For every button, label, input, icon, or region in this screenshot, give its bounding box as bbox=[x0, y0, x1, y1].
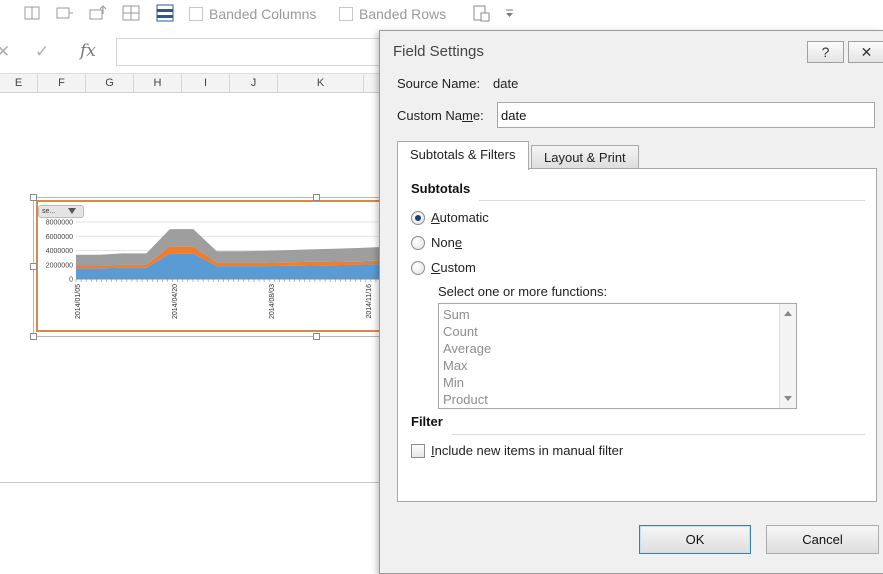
field-settings-dialog: Field Settings ? ✕ Source Name: date Cus… bbox=[379, 30, 883, 574]
y-tick-label-4: 0 bbox=[69, 277, 73, 284]
y-tick-label-0: 8000000 bbox=[46, 220, 73, 227]
area-series-0 bbox=[76, 229, 381, 266]
function-item-min[interactable]: Min bbox=[443, 375, 464, 390]
x-tick-label-0: 2014/01/05 bbox=[75, 284, 82, 319]
chart-field-filter-label: se... bbox=[42, 208, 56, 215]
ok-button[interactable]: OK bbox=[639, 525, 751, 554]
y-tick-label-2: 4000000 bbox=[46, 248, 73, 255]
more-options-icon[interactable] bbox=[500, 4, 520, 22]
custom-name-input[interactable] bbox=[497, 102, 875, 128]
include-new-items-box[interactable] bbox=[411, 443, 425, 458]
resize-handle-top[interactable] bbox=[313, 194, 320, 201]
radio-none-indicator[interactable] bbox=[411, 235, 425, 250]
y-tick-label-1: 6000000 bbox=[46, 234, 73, 241]
x-tick-label-3: 2014/11/16 bbox=[366, 284, 373, 319]
banded-columns-label: Banded Columns bbox=[209, 6, 317, 22]
banded-columns-box[interactable] bbox=[189, 7, 203, 21]
custom-name-label: Custom Name: bbox=[397, 108, 484, 123]
grand-totals-icon[interactable] bbox=[88, 4, 108, 22]
banded-rows-box[interactable] bbox=[339, 7, 353, 21]
include-new-items-label: Include new items in manual filter bbox=[431, 443, 624, 458]
source-name-label: Source Name: bbox=[397, 76, 481, 91]
column-header-h[interactable]: H bbox=[134, 74, 182, 93]
filter-funnel-icon bbox=[68, 208, 76, 214]
insert-function-icon[interactable]: fx bbox=[80, 41, 96, 61]
resize-handle-bottom-left[interactable] bbox=[30, 333, 37, 340]
function-item-count[interactable]: Count bbox=[443, 324, 478, 339]
ribbon-strip: Banded Columns Banded Rows bbox=[0, 0, 883, 28]
area-chart-plot[interactable]: 8000000 6000000 4000000 2000000 02014/01/05 2… bbox=[36, 218, 381, 332]
column-header-g[interactable]: G bbox=[86, 74, 134, 93]
radio-none[interactable]: None bbox=[411, 235, 462, 250]
clipboard-icon[interactable] bbox=[471, 4, 491, 22]
function-item-average[interactable]: Average bbox=[443, 341, 491, 356]
tab-subtotals-filters[interactable]: Subtotals & Filters bbox=[397, 141, 529, 170]
chart-field-filter-button[interactable]: se... bbox=[38, 205, 84, 218]
sheet-divider bbox=[0, 482, 380, 483]
banded-layout-icon[interactable] bbox=[155, 4, 175, 22]
function-item-product[interactable]: Product bbox=[443, 392, 488, 407]
filter-heading: Filter bbox=[411, 414, 443, 429]
x-tick-label-1: 2014/04/20 bbox=[172, 284, 179, 319]
cancel-formula-icon[interactable]: ✕ bbox=[0, 42, 10, 62]
column-header-f[interactable]: F bbox=[38, 74, 86, 93]
banded-rows-label: Banded Rows bbox=[359, 6, 447, 22]
help-icon: ? bbox=[821, 44, 830, 60]
y-tick-label-3: 2000000 bbox=[46, 262, 73, 269]
radio-automatic[interactable]: Automatic bbox=[411, 210, 489, 225]
column-header-e[interactable]: E bbox=[0, 74, 38, 93]
subtotals-rule bbox=[479, 200, 865, 201]
tab-layout-print[interactable]: Layout & Print bbox=[531, 145, 639, 169]
function-item-max[interactable]: Max bbox=[443, 358, 468, 373]
resize-handle-bottom[interactable] bbox=[313, 333, 320, 340]
column-header-i[interactable]: I bbox=[182, 74, 230, 93]
close-icon: ✕ bbox=[860, 44, 873, 60]
include-new-items-checkbox[interactable]: Include new items in manual filter bbox=[411, 443, 623, 458]
x-tick-label-2: 2014/08/03 bbox=[269, 284, 276, 319]
radio-automatic-label: Automatic bbox=[431, 210, 489, 225]
radio-custom[interactable]: Custom bbox=[411, 260, 476, 275]
radio-custom-indicator[interactable] bbox=[411, 260, 425, 275]
insert-blank-rows-icon[interactable] bbox=[22, 4, 42, 22]
column-header-k[interactable]: K bbox=[278, 74, 364, 93]
function-item-sum[interactable]: Sum bbox=[443, 307, 470, 322]
report-layout-icon[interactable] bbox=[121, 4, 141, 22]
subtotals-heading: Subtotals bbox=[411, 181, 471, 196]
help-button[interactable]: ? bbox=[807, 41, 844, 63]
functions-scrollbar[interactable] bbox=[779, 304, 796, 408]
subtotals-layout-icon[interactable] bbox=[55, 4, 75, 22]
banded-rows-checkbox[interactable]: Banded Rows bbox=[339, 6, 446, 22]
enter-formula-icon[interactable]: ✓ bbox=[35, 42, 49, 62]
scroll-up-icon[interactable] bbox=[784, 311, 792, 316]
radio-automatic-indicator[interactable] bbox=[411, 210, 425, 225]
cancel-button[interactable]: Cancel bbox=[766, 525, 879, 554]
resize-handle-top-left[interactable] bbox=[30, 194, 37, 201]
radio-none-label: None bbox=[431, 235, 463, 250]
radio-custom-label: Custom bbox=[431, 260, 476, 275]
functions-label: Select one or more functions: bbox=[438, 284, 608, 299]
scroll-down-icon[interactable] bbox=[784, 396, 792, 401]
source-name-value: date bbox=[493, 76, 519, 91]
close-button[interactable]: ✕ bbox=[848, 41, 883, 63]
filter-rule bbox=[452, 434, 865, 435]
dialog-title: Field Settings bbox=[393, 43, 484, 60]
column-header-j[interactable]: J bbox=[230, 74, 278, 93]
functions-listbox[interactable]: Sum Count Average Max Min Product bbox=[438, 303, 797, 409]
banded-columns-checkbox[interactable]: Banded Columns bbox=[189, 6, 316, 22]
